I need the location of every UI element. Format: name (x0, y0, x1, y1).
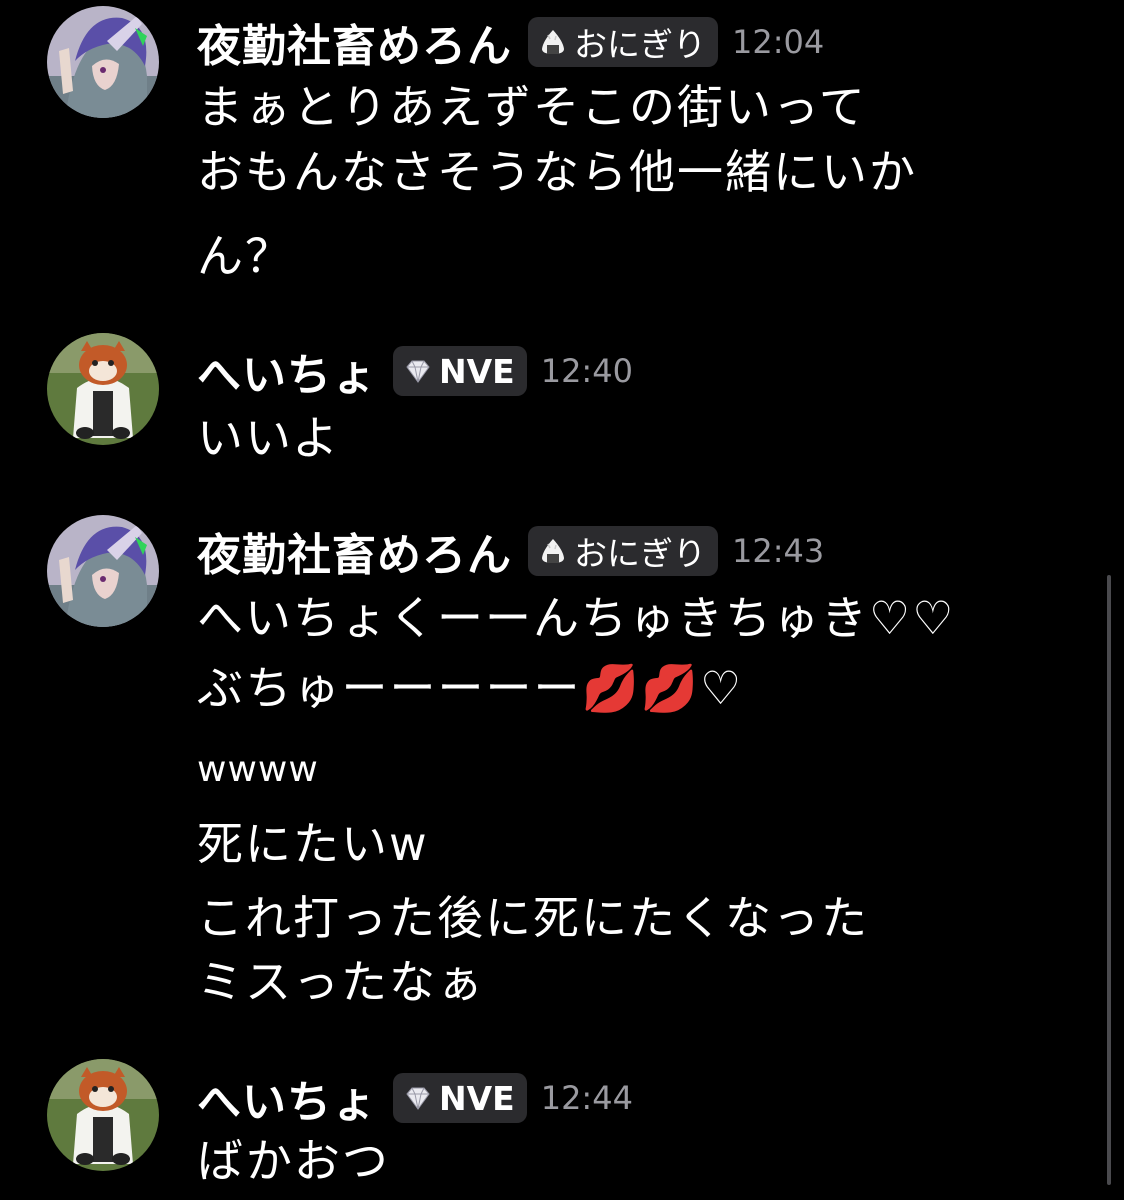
red-panda-avatar-image (47, 333, 159, 445)
role-badge[interactable]: おにぎり (528, 17, 718, 67)
message-text: いいよ (197, 411, 341, 465)
message-header: 夜勤社畜めろん おにぎり 12:04 (197, 12, 824, 72)
onigiri-icon (538, 27, 568, 57)
message-text: ミスったなぁ (197, 955, 485, 1009)
red-panda-avatar-image (47, 1059, 159, 1171)
message-text: 死にたいw (197, 817, 429, 871)
role-name: おにぎり (574, 25, 706, 64)
role-badge[interactable]: おにぎり (528, 526, 718, 576)
username[interactable]: 夜勤社畜めろん (197, 519, 512, 583)
avatar[interactable] (47, 333, 159, 445)
chat-message-list[interactable]: 夜勤社畜めろん おにぎり 12:04 まぁとりあえずそこの街いって おもんなさそ… (0, 0, 1124, 1200)
avatar[interactable] (47, 515, 159, 627)
anime-character-avatar-image (47, 515, 159, 627)
role-badge[interactable]: NVE (393, 346, 527, 396)
message-header: 夜勤社畜めろん おにぎり 12:43 (197, 521, 824, 581)
message-header: へいちょ NVE 12:44 (197, 1068, 633, 1128)
role-name: NVE (439, 1078, 515, 1118)
message-text: へいちょくーーんちゅきちゅき♡♡ (197, 591, 956, 645)
username[interactable]: 夜勤社畜めろん (197, 10, 512, 74)
role-badge[interactable]: NVE (393, 1073, 527, 1123)
avatar[interactable] (47, 1059, 159, 1171)
message-text: これ打った後に死にたくなった (197, 891, 869, 945)
anime-character-avatar-image (47, 6, 159, 118)
timestamp: 12:43 (732, 532, 825, 570)
message-text: ん？ (197, 229, 293, 283)
message-text: wwww (197, 749, 319, 790)
timestamp: 12:40 (540, 352, 633, 390)
message-text: まぁとりあえずそこの街いって (197, 80, 867, 134)
message-text: ばかおつ (197, 1134, 390, 1188)
onigiri-icon (538, 536, 568, 566)
timestamp: 12:04 (732, 23, 825, 61)
scrollbar[interactable] (1107, 575, 1111, 1185)
avatar[interactable] (47, 6, 159, 118)
username[interactable]: へいちょ (197, 339, 377, 403)
timestamp: 12:44 (540, 1079, 633, 1117)
diamond-icon (403, 356, 433, 386)
message-text: ぶちゅーーーーー💋💋♡ (197, 661, 744, 715)
role-name: NVE (439, 351, 515, 391)
message-text: おもんなさそうなら他一緒にいか (197, 145, 917, 199)
message-header: へいちょ NVE 12:40 (197, 341, 633, 401)
diamond-icon (403, 1083, 433, 1113)
role-name: おにぎり (574, 534, 706, 573)
username[interactable]: へいちょ (197, 1066, 377, 1130)
